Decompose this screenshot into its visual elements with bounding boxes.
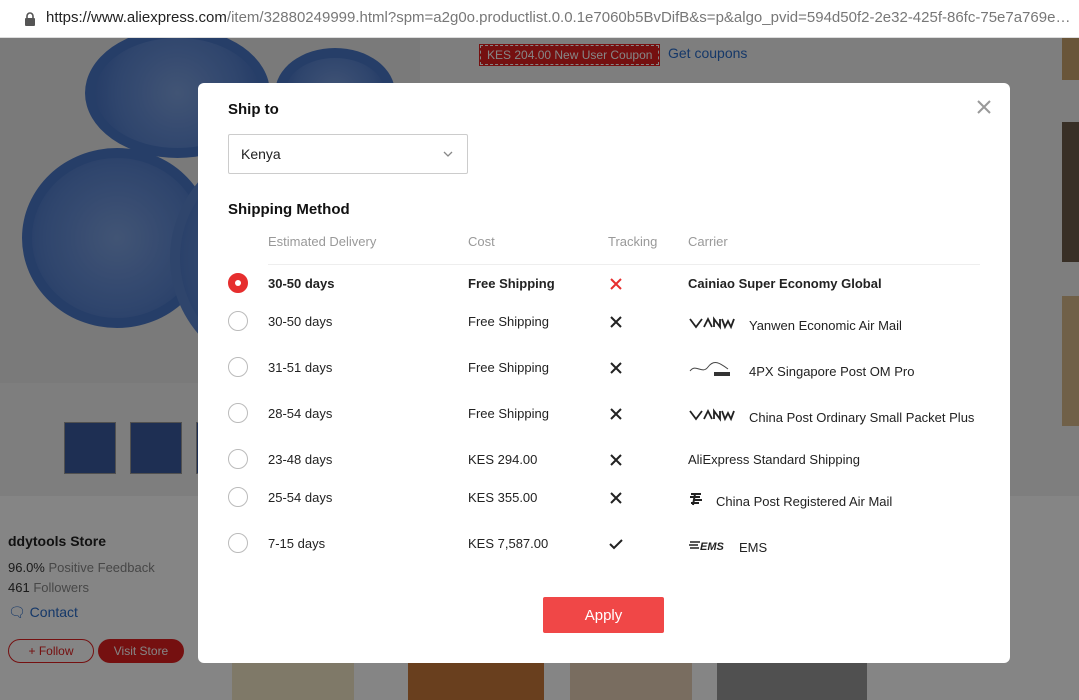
shipping-option-row[interactable]: 23-48 days KES 294.00 AliExpress Standard … — [198, 440, 1010, 478]
cross-icon — [610, 278, 622, 290]
column-header-delivery: Estimated Delivery — [268, 234, 377, 249]
shipping-modal: Ship to Kenya Shipping Method Estimated … — [198, 83, 1010, 663]
cross-icon — [610, 492, 622, 504]
apply-button[interactable]: Apply — [543, 597, 664, 633]
shipping-cost: KES 294.00 — [468, 452, 538, 467]
carrier-name: Cainiao Super Economy Global — [688, 276, 882, 291]
shipping-option-radio[interactable] — [228, 487, 248, 507]
close-icon[interactable] — [976, 99, 992, 115]
shipping-option-row[interactable]: 30-50 days Free Shipping Yanwen Economic A… — [198, 302, 1010, 340]
delivery-time: 30-50 days — [268, 314, 333, 329]
shipping-option-radio[interactable] — [228, 533, 248, 553]
delivery-time: 25-54 days — [268, 490, 333, 505]
yanwen-logo — [689, 408, 735, 422]
shipping-option-row[interactable]: 7-15 days KES 7,587.00 EMS EMS — [198, 524, 1010, 562]
carrier-name: China Post Ordinary Small Packet Plus — [749, 410, 975, 425]
column-header-cost: Cost — [468, 234, 495, 249]
delivery-time: 31-51 days — [268, 360, 333, 375]
delivery-time: 30-50 days — [268, 276, 335, 291]
shipping-option-radio[interactable] — [228, 357, 248, 377]
carrier-name: Yanwen Economic Air Mail — [749, 318, 902, 333]
delivery-time: 7-15 days — [268, 536, 326, 551]
country-select[interactable]: Kenya — [228, 134, 468, 174]
shipping-cost: Free Shipping — [468, 406, 549, 421]
cross-icon — [610, 454, 622, 466]
carrier-name: EMS — [739, 540, 768, 555]
url-text[interactable]: https://www.aliexpress.com/item/32880249… — [46, 9, 1076, 26]
yanwen-logo — [689, 316, 735, 330]
carrier-name: AliExpress Standard Shipping — [688, 452, 860, 467]
url-path: /item/32880249999.html?spm=a2g0o.product… — [226, 9, 1076, 26]
shipping-option-row[interactable]: 30-50 days Free Shipping Cainiao Super Eco… — [198, 264, 1010, 302]
carrier-name: China Post Registered Air Mail — [716, 494, 893, 509]
country-value: Kenya — [241, 146, 281, 162]
column-header-carrier: Carrier — [688, 234, 728, 249]
shipping-cost: KES 355.00 — [468, 490, 538, 505]
shipping-option-radio[interactable] — [228, 311, 248, 331]
cross-icon — [610, 316, 622, 328]
carrier-name: 4PX Singapore Post OM Pro — [749, 364, 915, 379]
singapore-post-logo — [689, 362, 730, 376]
shipping-cost: KES 7,587.00 — [468, 536, 549, 551]
shipping-method-label: Shipping Method — [228, 201, 350, 218]
shipping-option-radio[interactable] — [228, 403, 248, 423]
browser-address-bar[interactable]: https://www.aliexpress.com/item/32880249… — [0, 0, 1079, 38]
shipping-option-row[interactable]: 31-51 days Free Shipping 4PX Singapore Pos… — [198, 348, 1010, 386]
china-post-logo — [690, 493, 702, 506]
shipping-option-row[interactable]: 28-54 days Free Shipping China Post Ordina… — [198, 394, 1010, 432]
delivery-time: 28-54 days — [268, 406, 333, 421]
ems-logo: EMS — [689, 541, 725, 553]
url-host: https://www.aliexpress.com — [46, 9, 227, 26]
lock-icon — [25, 12, 35, 26]
ship-to-label: Ship to — [228, 101, 279, 118]
check-icon — [609, 539, 623, 550]
chevron-down-icon — [443, 151, 453, 157]
delivery-time: 23-48 days — [268, 452, 333, 467]
shipping-option-radio[interactable] — [228, 273, 248, 293]
shipping-option-radio[interactable] — [228, 449, 248, 469]
shipping-cost: Free Shipping — [468, 276, 555, 291]
shipping-cost: Free Shipping — [468, 360, 549, 375]
shipping-option-row[interactable]: 25-54 days KES 355.00 China Post Registere… — [198, 478, 1010, 516]
column-header-tracking: Tracking — [608, 234, 658, 249]
cross-icon — [610, 362, 622, 374]
svg-text:EMS: EMS — [700, 541, 725, 553]
shipping-cost: Free Shipping — [468, 314, 549, 329]
cross-icon — [610, 408, 622, 420]
